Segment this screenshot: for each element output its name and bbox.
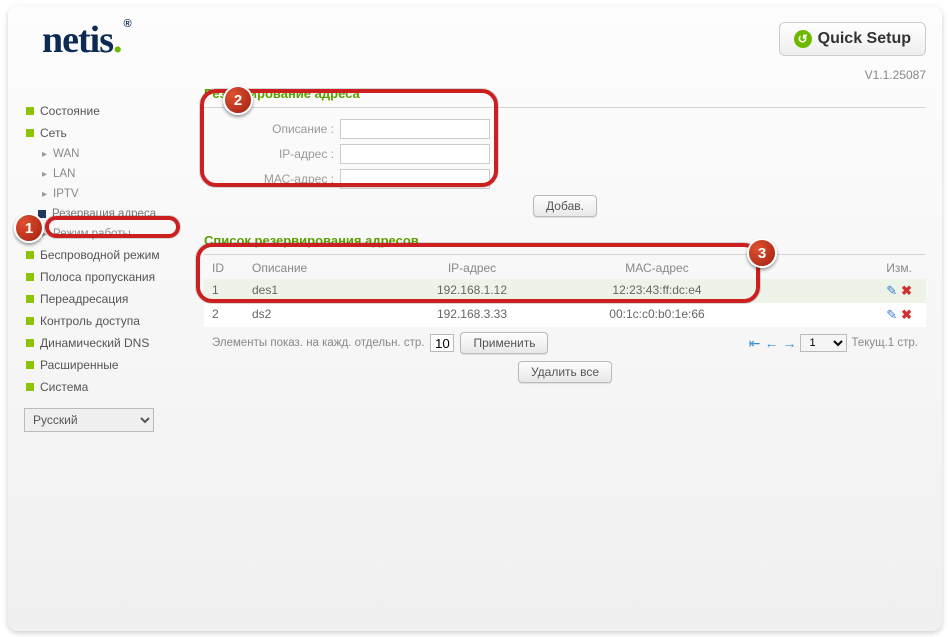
refresh-icon: ↺ [794,30,812,48]
delete-icon[interactable]: ✖ [901,307,912,322]
main-content: Резервирование адреса Описание : IP-адре… [184,80,926,611]
sidebar-item-system[interactable]: Система [24,376,184,398]
section-title-list: Список резервирования адресов [204,227,926,255]
edit-icon[interactable]: ✎ [886,283,897,298]
sidebar-sub-mode[interactable]: ▸Режим работы [24,224,184,244]
ip-input[interactable] [340,144,490,164]
delete-icon[interactable]: ✖ [901,283,912,298]
prev-page-icon[interactable]: ← [764,335,778,351]
sidebar-item-wireless[interactable]: Беспроводной режим [24,244,184,266]
table-header: ID Описание IP-адрес МАС-адрес Изм. [204,257,926,279]
sidebar-item-ddns[interactable]: Динамический DNS [24,332,184,354]
sidebar-sub-wan[interactable]: ▸WAN [24,144,184,164]
brand-logo: netis.® [42,18,131,62]
annotation-badge-2: 2 [223,85,253,115]
quick-setup-button[interactable]: ↺ Quick Setup [779,22,926,56]
label-ip: IP-адрес : [204,147,334,161]
table-row: 1 des1 192.168.1.12 12:23:43:ff:dc:e4 ✎✖ [204,279,926,303]
annotation-badge-3: 3 [747,238,777,268]
sidebar-item-forwarding[interactable]: Переадресация [24,288,184,310]
delete-all-button[interactable]: Удалить все [518,361,612,383]
description-input[interactable] [340,119,490,139]
label-mac: МАС-адрес : [204,172,334,186]
pager-label: Элементы показ. на кажд. отдельн. стр. [212,337,424,349]
table-row: 2 ds2 192.168.3.33 00:1c:c0:b0:1e:66 ✎✖ [204,303,926,327]
sidebar: Состояние Сеть ▸WAN ▸LAN ▸IPTV Резерваци… [24,80,184,611]
sidebar-item-bandwidth[interactable]: Полоса пропускания [24,266,184,288]
sidebar-sub-iptv[interactable]: ▸IPTV [24,184,184,204]
per-page-input[interactable] [430,334,454,352]
language-select[interactable]: Русский [24,408,154,432]
section-title-reservation: Резервирование адреса [204,80,926,108]
add-button[interactable]: Добав. [533,195,597,217]
pager-status: Текущ.1 стр. [851,337,918,349]
sidebar-sub-reservation[interactable]: Резервация адреса [24,204,184,224]
mac-input[interactable] [340,169,490,189]
sidebar-sub-lan[interactable]: ▸LAN [24,164,184,184]
annotation-badge-1: 1 [14,213,44,243]
sidebar-item-network[interactable]: Сеть [24,122,184,144]
sidebar-item-advanced[interactable]: Расширенные [24,354,184,376]
sidebar-item-access[interactable]: Контроль доступа [24,310,184,332]
quick-setup-label: Quick Setup [818,30,911,48]
apply-button[interactable]: Применить [460,332,548,354]
edit-icon[interactable]: ✎ [886,307,897,322]
pager: Элементы показ. на кажд. отдельн. стр. П… [204,327,926,359]
sidebar-item-status[interactable]: Состояние [24,100,184,122]
page-select[interactable]: 1 [800,334,847,352]
label-description: Описание : [204,122,334,136]
first-page-icon[interactable]: ⇤ [749,335,761,352]
next-page-icon[interactable]: → [782,335,796,351]
